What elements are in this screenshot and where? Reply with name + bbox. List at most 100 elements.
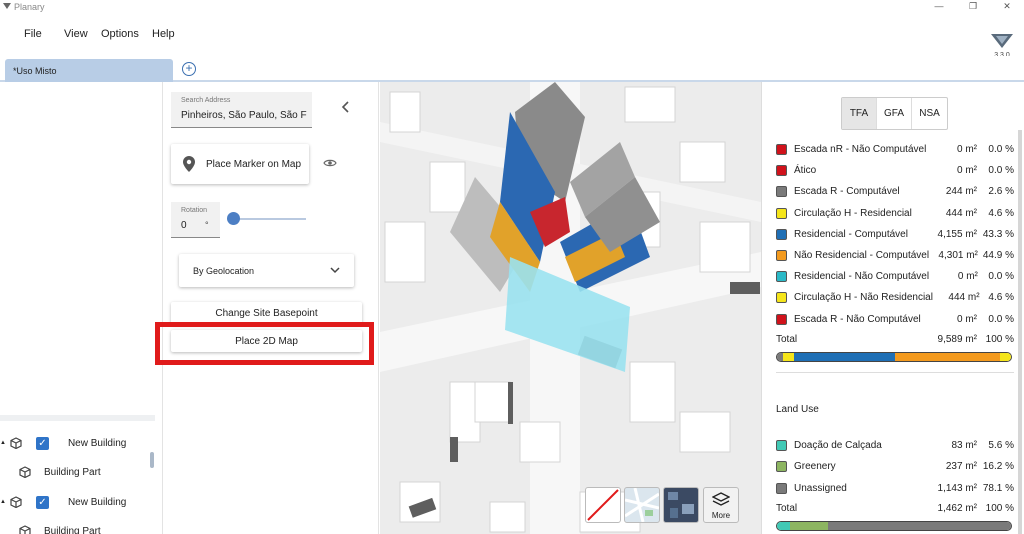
legend-row: Unassigned 1,143 m² 78.1 % [776, 478, 1014, 499]
no-basemap-button[interactable] [585, 487, 621, 523]
color-swatch [776, 186, 787, 198]
legend-area: 83 m² [951, 440, 977, 451]
legend-row: Greenery 237 m² 16.2 % [776, 456, 1014, 477]
right-panel-scrollbar[interactable] [1018, 130, 1022, 534]
bar-segment [1000, 353, 1011, 361]
tab-tfa[interactable]: TFA [842, 98, 877, 129]
street-map-button[interactable] [624, 487, 660, 523]
legend-area: 244 m² [945, 186, 977, 198]
legend-row: Circulação H - Residencial 444 m² 4.6 % [776, 203, 1014, 224]
rotation-label: Rotation [181, 207, 208, 214]
legend-pct: 2.6 % [988, 186, 1014, 198]
expand-caret-icon[interactable]: ▲ [0, 499, 6, 505]
bar-segment [777, 522, 791, 530]
legend-area: 0 m² [957, 144, 977, 155]
map-3d-viewport[interactable] [380, 82, 761, 534]
annotation-highlight-box [155, 322, 374, 365]
legend-area: 4,301 m² [938, 250, 978, 261]
rotation-slider-track[interactable] [234, 218, 306, 220]
satellite-map-button[interactable] [663, 487, 699, 523]
bar-segment [793, 353, 896, 361]
color-swatch [776, 271, 787, 283]
legend-pct: 16.2 % [982, 461, 1014, 473]
legend-row: Residencial - Não Computável 0 m² 0.0 % [776, 266, 1014, 287]
rotation-field[interactable]: Rotation 0 ° [171, 202, 220, 238]
close-button[interactable]: ✕ [990, 0, 1024, 14]
land-total-area: 1,462 m² [937, 503, 977, 514]
tree-row[interactable]: Building Part [19, 462, 101, 482]
tree-item-label: New Building [67, 496, 127, 508]
change-basepoint-label: Change Site Basepoint [215, 307, 318, 319]
color-swatch [776, 482, 787, 494]
add-tab-icon[interactable]: + [182, 62, 196, 76]
legend-label: Circulação H - Residencial [794, 207, 912, 219]
legend-area: 0 m² [957, 271, 978, 283]
legend-row: Ático 0 m² 0.0 % [776, 160, 1014, 181]
minimize-button[interactable]: — [922, 0, 956, 14]
legend-pct: 44.9 % [982, 250, 1014, 261]
section-divider [776, 372, 1014, 373]
planary-logo-icon [991, 34, 1013, 48]
expand-caret-icon[interactable]: ▲ [0, 440, 6, 446]
rotation-slider-thumb[interactable] [227, 212, 240, 225]
color-swatch [776, 440, 787, 451]
legend-area: 4,155 m² [937, 228, 977, 240]
legend-pct: 0.0 % [988, 165, 1014, 177]
visibility-checkbox[interactable]: ✓ [35, 495, 49, 509]
bar-segment [895, 353, 1001, 361]
color-swatch [776, 461, 787, 473]
legend-pct: 0.0 % [988, 313, 1014, 325]
legend-pct: 0.0 % [988, 271, 1014, 283]
legend-row: Doação de Calçada 83 m² 5.6 % [776, 435, 1014, 456]
tab-bar: *Uso Misto + [0, 56, 1024, 82]
search-address-value: Pinheiros, São Paulo, São F [181, 110, 307, 121]
search-address-field[interactable]: Search Address Pinheiros, São Paulo, São… [171, 92, 312, 128]
legend-area: 1,143 m² [937, 482, 977, 494]
legend-label: Doação de Calçada [794, 440, 882, 451]
menu-file[interactable]: File [24, 28, 42, 40]
legend-pct: 43.3 % [982, 228, 1014, 240]
tab-nsa[interactable]: NSA [912, 98, 947, 129]
layers-icon [711, 492, 731, 506]
rotation-unit: ° [205, 220, 209, 230]
eye-icon[interactable] [323, 158, 337, 168]
collapse-chevron-left-icon[interactable] [341, 101, 351, 113]
place-marker-label: Place Marker on Map [206, 158, 302, 170]
legend-row: Escada nR - Não Computável 0 m² 0.0 % [776, 139, 1014, 160]
tree-scrollbar[interactable] [150, 452, 154, 468]
building-cube-icon [10, 496, 22, 508]
satellite-thumbnail-icon [668, 492, 694, 518]
menu-help[interactable]: Help [152, 28, 175, 40]
land-distribution-bar [776, 521, 1012, 531]
legend-area: 0 m² [957, 313, 977, 325]
legend-row: Circulação H - Não Residencial 444 m² 4.6 … [776, 287, 1014, 308]
tab-gfa[interactable]: GFA [877, 98, 912, 129]
geolocation-dropdown[interactable]: By Geolocation [179, 254, 354, 287]
change-basepoint-button[interactable]: Change Site Basepoint [171, 302, 362, 324]
tree-row[interactable]: Building Part [19, 521, 101, 534]
color-swatch [776, 250, 787, 261]
legend-row: Escada R - Não Computável 0 m² 0.0 % [776, 309, 1014, 330]
tab-uso-misto[interactable]: *Uso Misto [5, 59, 173, 82]
visibility-checkbox[interactable]: ✓ [35, 436, 49, 450]
legend-label: Não Residencial - Computável [794, 250, 930, 261]
chevron-down-icon [330, 267, 340, 274]
color-swatch [776, 165, 787, 177]
land-use-title: Land Use [776, 404, 819, 415]
tree-row[interactable]: ▲ ✓ New Building [0, 433, 126, 453]
place-marker-button[interactable]: Place Marker on Map [171, 144, 309, 184]
bar-segment [783, 353, 794, 361]
maximize-button[interactable]: ❐ [956, 0, 990, 14]
tree-row[interactable]: ▲ ✓ New Building [0, 492, 126, 512]
legend-pct: 78.1 % [982, 482, 1014, 494]
total-area: 9,589 m² [937, 334, 977, 345]
land-total-pct: 100 % [985, 503, 1014, 514]
window-title: Planary [14, 2, 45, 12]
legend-label: Greenery [794, 461, 836, 473]
menu-options[interactable]: Options [101, 28, 139, 40]
legend-label: Unassigned [794, 482, 847, 494]
menu-view[interactable]: View [64, 28, 88, 40]
more-layers-button[interactable]: More [703, 487, 739, 523]
legend-pct: 5.6 % [988, 440, 1014, 451]
legend-label: Escada R - Computável [794, 186, 900, 198]
